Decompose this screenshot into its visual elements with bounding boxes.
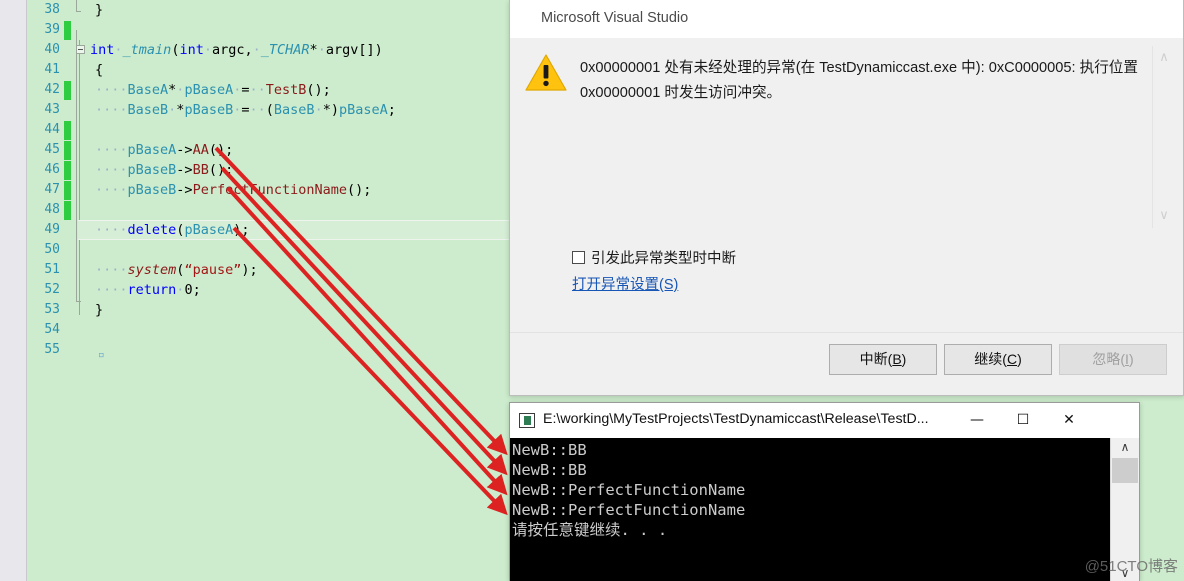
- scrollbar-thumb[interactable]: [1112, 458, 1138, 483]
- line-number: 49: [44, 222, 60, 237]
- console-app-icon: [519, 413, 535, 428]
- console-title: E:\working\MyTestProjects\TestDynamiccas…: [543, 411, 929, 427]
- scroll-down-icon[interactable]: ∨: [1111, 564, 1139, 581]
- open-exception-settings-link[interactable]: 打开异常设置(S): [572, 273, 678, 294]
- code-text: ····pBaseB->PerfectFunctionName();: [95, 182, 372, 198]
- line-number: 46: [44, 162, 60, 177]
- dialog-title-bar: Microsoft Visual Studio: [510, 0, 1183, 38]
- break-on-exception-checkbox[interactable]: [572, 251, 585, 264]
- line-number: 43: [44, 102, 60, 117]
- fold-bracket-upper-foot: [76, 11, 81, 12]
- maximize-icon[interactable]: ☐: [1000, 403, 1046, 437]
- line-number: 53: [44, 302, 60, 317]
- dialog-body: 0x00000001 处有未经处理的异常(在 TestDynamiccast.e…: [510, 38, 1183, 334]
- close-icon[interactable]: ✕: [1046, 403, 1092, 437]
- ignore-button: 忽略(I): [1059, 344, 1167, 375]
- line-number: 47: [44, 182, 60, 197]
- console-line: NewB::BB: [512, 441, 587, 459]
- console-scrollbar[interactable]: ∧ ∨: [1110, 438, 1139, 581]
- fold-bracket-main-foot: [76, 301, 81, 302]
- console-output-area[interactable]: NewB::BB NewB::BB NewB::PerfectFunctionNam…: [510, 438, 1139, 581]
- console-window[interactable]: E:\working\MyTestProjects\TestDynamiccas…: [509, 402, 1140, 581]
- line-change-marker: [64, 141, 71, 160]
- code-text: ····pBaseB->BB();: [95, 162, 234, 178]
- line-number: 54: [44, 322, 60, 337]
- dialog-message-scroll[interactable]: ∧ ∨: [1152, 46, 1175, 228]
- console-title-bar[interactable]: E:\working\MyTestProjects\TestDynamiccas…: [510, 403, 1139, 438]
- fold-bracket-main: [76, 30, 77, 302]
- console-line: NewB::PerfectFunctionName: [512, 481, 746, 499]
- line-number: 51: [44, 262, 60, 277]
- scroll-down-icon[interactable]: ∨: [1156, 209, 1172, 222]
- collapse-region-icon[interactable]: [76, 45, 85, 54]
- code-text: ····BaseA*·pBaseA·=··TestB();: [95, 82, 331, 98]
- dialog-title: Microsoft Visual Studio: [541, 10, 689, 26]
- line-number: 39: [44, 22, 60, 37]
- end-of-file-marker: ▫: [98, 348, 105, 361]
- warning-triangle-icon: [525, 54, 567, 91]
- line-number: 44: [44, 122, 60, 137]
- code-text: {: [95, 62, 104, 78]
- break-button[interactable]: 中断(B): [829, 344, 937, 375]
- visual-studio-exception-dialog[interactable]: Microsoft Visual Studio 0x00000001 处有未经处…: [509, 0, 1184, 396]
- line-number: 48: [44, 202, 60, 217]
- line-number: 41: [44, 62, 60, 77]
- code-text: }: [95, 302, 104, 318]
- line-number: 50: [44, 242, 60, 257]
- code-text: int·_tmain(int·argc,·_TCHAR*·argv[]): [90, 42, 383, 58]
- continue-button[interactable]: 继续(C): [944, 344, 1052, 375]
- line-number: 40: [44, 42, 60, 57]
- line-number: 42: [44, 82, 60, 97]
- console-line: 请按任意键继续. . .: [512, 521, 668, 539]
- code-text: ····delete(pBaseA);: [95, 222, 250, 238]
- line-number: 52: [44, 282, 60, 297]
- code-text: ····system(“pause”);: [95, 262, 258, 278]
- line-change-marker: [64, 81, 71, 100]
- scroll-up-icon[interactable]: ∧: [1156, 51, 1172, 64]
- console-output-text: NewB::BB NewB::BB NewB::PerfectFunctionNam…: [512, 440, 745, 540]
- exception-message: 0x00000001 处有未经处理的异常(在 TestDynamiccast.e…: [580, 60, 1138, 101]
- line-change-marker: [64, 21, 71, 40]
- screenshot-root: 38} 39 40 int·_tmain(int·argc,·_TCHAR*·argv…: [0, 0, 1184, 581]
- line-number: 45: [44, 142, 60, 157]
- break-on-exception-checkbox-row[interactable]: 引发此异常类型时中断: [572, 247, 736, 268]
- code-text: }: [95, 2, 104, 18]
- code-text: ····return·0;: [95, 282, 201, 298]
- line-number: 55: [44, 342, 60, 357]
- break-on-exception-label: 引发此异常类型时中断: [591, 251, 736, 267]
- console-line: NewB::PerfectFunctionName: [512, 501, 746, 519]
- line-number: 38: [44, 2, 60, 17]
- line-change-marker: [64, 121, 71, 140]
- dialog-button-bar: 中断(B) 继续(C) 忽略(I): [510, 332, 1183, 395]
- minimize-icon[interactable]: —: [954, 403, 1000, 437]
- code-text: ····pBaseA->AA();: [95, 142, 234, 158]
- scroll-up-icon[interactable]: ∧: [1111, 438, 1139, 456]
- line-change-marker: [64, 181, 71, 200]
- line-change-marker: [64, 201, 71, 220]
- code-text: ····BaseB·*pBaseB·=··(BaseB·*)pBaseA;: [95, 102, 396, 118]
- line-change-marker: [64, 161, 71, 180]
- console-line: NewB::BB: [512, 461, 587, 479]
- editor-indicator-margin: [0, 0, 27, 581]
